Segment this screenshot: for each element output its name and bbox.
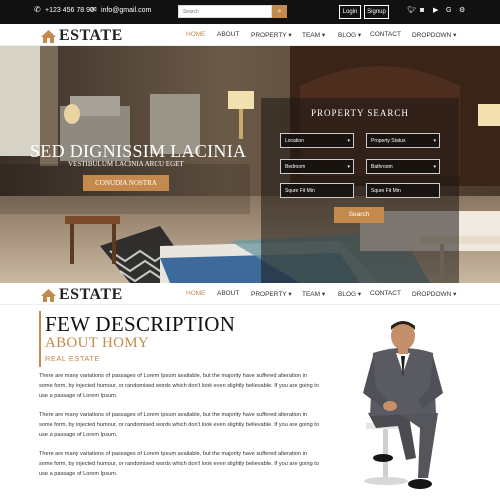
- accent-divider: [39, 311, 41, 367]
- phone-number: +123 456 78 90: [45, 6, 94, 14]
- house-icon: [41, 29, 56, 43]
- nav-contact[interactable]: CONTACT: [370, 31, 401, 38]
- caret-down-icon: ▾: [433, 138, 436, 144]
- bathroom-select[interactable]: Bathroom ▾: [366, 159, 440, 174]
- youtube-icon[interactable]: ▶: [433, 7, 438, 15]
- property-search-button[interactable]: Search: [334, 207, 384, 223]
- search-icon: ⌕: [277, 8, 282, 15]
- hero-banner: SED DIGNISSIM LACINIA VESTIBULUM LACINIA…: [0, 46, 500, 283]
- top-bar: ✆ +123 456 78 90 ✉ info@gmail.com ⌕ Logi…: [0, 0, 500, 24]
- twitter-icon[interactable]: 🐦︎: [407, 7, 416, 15]
- section-label: REAL ESTATE: [45, 354, 100, 363]
- sqft-min-input-2[interactable]: Squre Fit Min: [366, 183, 440, 198]
- description-paragraph: There are many variations of passages of…: [39, 451, 319, 477]
- logo-text: ESTATE: [59, 27, 123, 44]
- nav-blog[interactable]: BLOG ▾: [338, 290, 361, 298]
- main-navbar: ESTATE HOME ABOUT PROPERTY ▾ TEAM ▾ BLOG…: [0, 24, 500, 46]
- location-select[interactable]: Location ▾: [280, 133, 354, 148]
- logo-text: ESTATE: [59, 286, 123, 303]
- search-input[interactable]: [178, 5, 272, 18]
- nav-about[interactable]: ABOUT: [217, 31, 239, 38]
- nav-dropdown[interactable]: DROPDOWN ▾: [412, 290, 456, 298]
- instagram-icon[interactable]: ◙: [420, 7, 424, 15]
- search-button[interactable]: ⌕: [272, 5, 287, 18]
- nav-dropdown[interactable]: DROPDOWN ▾: [412, 31, 456, 39]
- nav-blog[interactable]: BLOG ▾: [338, 31, 361, 39]
- caret-down-icon: ▾: [433, 164, 436, 170]
- caret-down-icon: ▾: [347, 138, 350, 144]
- description-paragraph: There are many variations of passages of…: [39, 412, 319, 438]
- description-paragraph: There are many variations of passages of…: [39, 373, 319, 399]
- nav-contact[interactable]: CONTACT: [370, 290, 401, 297]
- email-contact[interactable]: ✉ info@gmail.com: [90, 6, 151, 14]
- caret-down-icon: ▾: [347, 164, 350, 170]
- property-search-title: PROPERTY SEARCH: [311, 108, 409, 118]
- phone-contact[interactable]: ✆ +123 456 78 90: [34, 6, 94, 14]
- nav-home[interactable]: HOME: [186, 290, 206, 297]
- bedroom-select[interactable]: Bedroom ▾: [280, 159, 354, 174]
- house-icon: [41, 288, 56, 302]
- logo[interactable]: ESTATE: [40, 27, 123, 45]
- sqft-min-input[interactable]: Squre Fit Min: [280, 183, 354, 198]
- email-address: info@gmail.com: [101, 6, 152, 14]
- google-icon[interactable]: G: [446, 7, 451, 15]
- nav-about[interactable]: ABOUT: [217, 290, 239, 297]
- hero-subtitle: VESTIBULUM LACINIA ARCU EGET: [68, 160, 184, 168]
- section-subtitle: ABOUT HOMY: [45, 335, 149, 351]
- nav-property[interactable]: PROPERTY ▾: [251, 31, 292, 39]
- signup-button[interactable]: Signup: [364, 5, 389, 19]
- nav-home[interactable]: HOME: [186, 31, 206, 38]
- phone-icon: ✆: [34, 5, 41, 14]
- sticky-navbar: ESTATE HOME ABOUT PROPERTY ▾ TEAM ▾ BLOG…: [0, 283, 500, 305]
- section-title: FEW DESCRIPTION: [45, 312, 236, 336]
- nav-team[interactable]: TEAM ▾: [302, 31, 325, 39]
- logo[interactable]: ESTATE: [40, 286, 123, 304]
- agent-photo: [363, 321, 443, 489]
- nav-property[interactable]: PROPERTY ▾: [251, 290, 292, 298]
- property-status-select[interactable]: Property Status ▾: [366, 133, 440, 148]
- hero-title: SED DIGNISSIM LACINIA: [30, 141, 247, 161]
- hero-cta-button[interactable]: CONUDIA NOSTRA: [83, 175, 169, 191]
- login-button[interactable]: Login: [339, 5, 361, 19]
- mail-icon: ✉: [90, 5, 97, 14]
- nav-team[interactable]: TEAM ▾: [302, 290, 325, 298]
- settings-icon[interactable]: ⚙: [459, 7, 465, 15]
